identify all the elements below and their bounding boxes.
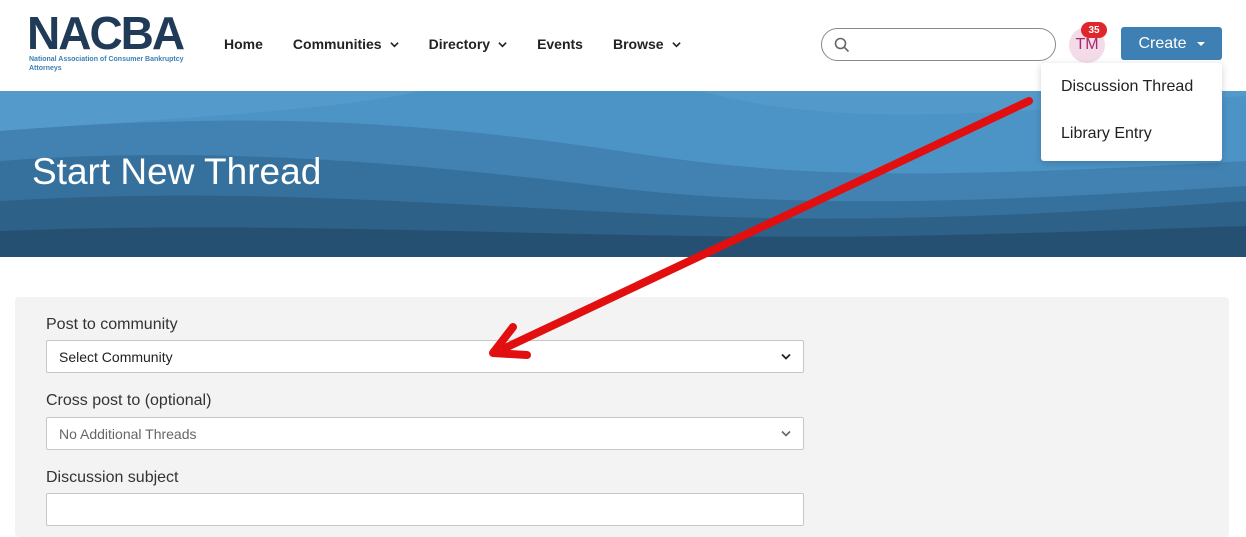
avatar-initials: TM	[1075, 36, 1099, 53]
chevron-down-icon	[781, 353, 791, 360]
nav-directory[interactable]: Directory	[429, 34, 507, 54]
menu-item-library-entry[interactable]: Library Entry	[1061, 125, 1152, 143]
nav-home[interactable]: Home	[224, 34, 263, 54]
create-button-label: Create	[1138, 34, 1187, 52]
subject-label: Discussion subject	[46, 469, 179, 486]
nav-directory-label: Directory	[428, 36, 491, 52]
notification-badge: 35	[1081, 22, 1107, 38]
crosspost-select-value: No Additional Threads	[59, 425, 197, 442]
search-input[interactable]	[821, 28, 1056, 61]
new-thread-form: Post to community Select Community Cross…	[15, 297, 1229, 537]
page-title: Start New Thread	[32, 151, 322, 192]
community-select-value: Select Community	[59, 348, 173, 365]
main-nav: Home Communities Directory Events Browse	[224, 34, 711, 54]
logo-subtitle: National Association of Consumer Bankrup…	[29, 56, 184, 72]
subject-input[interactable]	[46, 493, 804, 526]
nav-browse[interactable]: Browse	[613, 34, 681, 54]
chevron-down-icon	[671, 41, 681, 47]
create-dropdown-menu: Discussion Thread Library Entry	[1041, 63, 1222, 161]
logo-wordmark: NACBA	[27, 7, 185, 59]
chevron-down-icon	[389, 41, 399, 47]
chevron-down-icon	[781, 430, 791, 437]
crosspost-select[interactable]: No Additional Threads	[46, 417, 804, 450]
nav-events-label: Events	[537, 36, 583, 52]
community-select[interactable]: Select Community	[46, 340, 804, 373]
chevron-down-icon	[498, 41, 507, 47]
nav-communities-label: Communities	[292, 36, 382, 52]
caret-down-icon	[1196, 41, 1205, 46]
create-button[interactable]: Create	[1121, 27, 1222, 60]
search-icon	[834, 37, 850, 53]
community-label: Post to community	[46, 316, 178, 333]
crosspost-label: Cross post to (optional)	[46, 392, 212, 409]
nacba-logo[interactable]: NACBA National Association of Consumer B…	[27, 7, 203, 74]
nav-browse-label: Browse	[612, 36, 664, 52]
nav-communities[interactable]: Communities	[293, 34, 399, 54]
nav-home-label: Home	[224, 36, 263, 52]
menu-item-discussion-thread[interactable]: Discussion Thread	[1061, 78, 1193, 96]
nav-events[interactable]: Events	[537, 34, 583, 54]
